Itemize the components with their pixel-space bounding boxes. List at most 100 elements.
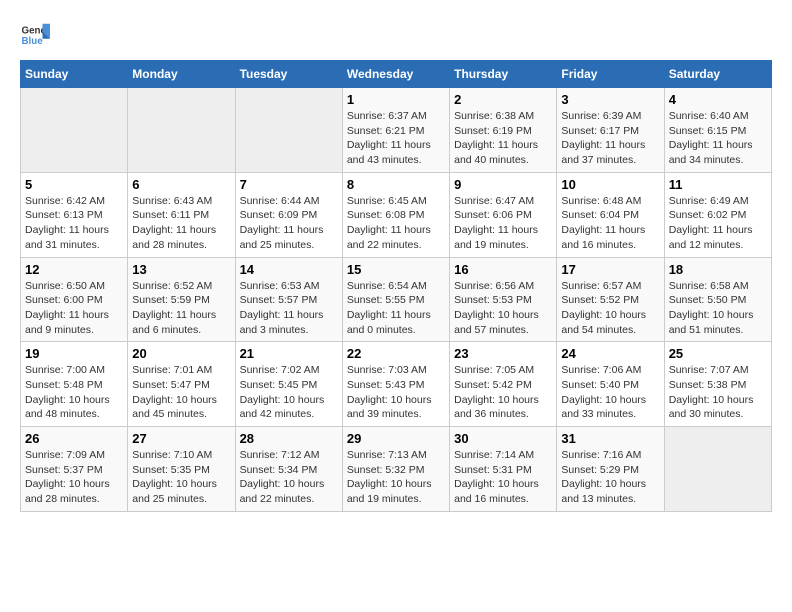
day-of-week-header: Friday	[557, 61, 664, 88]
calendar-cell: 16Sunrise: 6:56 AM Sunset: 5:53 PM Dayli…	[450, 257, 557, 342]
day-number: 27	[132, 431, 230, 446]
calendar-cell: 7Sunrise: 6:44 AM Sunset: 6:09 PM Daylig…	[235, 172, 342, 257]
page-header: General Blue	[20, 20, 772, 50]
day-of-week-header: Tuesday	[235, 61, 342, 88]
calendar-cell: 6 Sunrise: 6:43 AM Sunset: 6:11 PM Daylig…	[128, 172, 235, 257]
calendar-week-row: 5Sunrise: 6:42 AM Sunset: 6:13 PM Daylig…	[21, 172, 772, 257]
calendar-cell: 27 Sunrise: 7:10 AM Sunset: 5:35 PM Dayli…	[128, 427, 235, 512]
day-info: Sunrise: 7:10 AM Sunset: 5:35 PM Dayligh…	[132, 448, 230, 507]
day-number: 2	[454, 92, 552, 107]
day-number: 19	[25, 346, 123, 361]
calendar-cell	[664, 427, 771, 512]
day-number: 23	[454, 346, 552, 361]
day-number: 18	[669, 262, 767, 277]
calendar-cell: 15Sunrise: 6:54 AM Sunset: 5:55 PM Dayli…	[342, 257, 449, 342]
day-number: 21	[240, 346, 338, 361]
day-info: Sunrise: 6:53 AM Sunset: 5:57 PM Dayligh…	[240, 279, 338, 338]
calendar-cell: 25Sunrise: 7:07 AM Sunset: 5:38 PM Dayli…	[664, 342, 771, 427]
day-of-week-header: Sunday	[21, 61, 128, 88]
calendar-week-row: 1Sunrise: 6:37 AM Sunset: 6:21 PM Daylig…	[21, 88, 772, 173]
calendar-week-row: 26 Sunrise: 7:09 AM Sunset: 5:37 PM Dayli…	[21, 427, 772, 512]
day-info: Sunrise: 7:13 AM Sunset: 5:32 PM Dayligh…	[347, 448, 445, 507]
calendar-cell: 10Sunrise: 6:48 AM Sunset: 6:04 PM Dayli…	[557, 172, 664, 257]
day-of-week-header: Saturday	[664, 61, 771, 88]
calendar-cell: 29 Sunrise: 7:13 AM Sunset: 5:32 PM Dayli…	[342, 427, 449, 512]
calendar-cell	[235, 88, 342, 173]
calendar-cell: 13 Sunrise: 6:52 AM Sunset: 5:59 PM Dayli…	[128, 257, 235, 342]
calendar-cell: 1Sunrise: 6:37 AM Sunset: 6:21 PM Daylig…	[342, 88, 449, 173]
calendar-cell: 19 Sunrise: 7:00 AM Sunset: 5:48 PM Dayli…	[21, 342, 128, 427]
day-info: Sunrise: 7:14 AM Sunset: 5:31 PM Dayligh…	[454, 448, 552, 507]
svg-text:Blue: Blue	[22, 36, 44, 47]
day-info: Sunrise: 7:01 AM Sunset: 5:47 PM Dayligh…	[132, 363, 230, 422]
day-info: Sunrise: 6:56 AM Sunset: 5:53 PM Dayligh…	[454, 279, 552, 338]
calendar-body: 1Sunrise: 6:37 AM Sunset: 6:21 PM Daylig…	[21, 88, 772, 512]
day-number: 9	[454, 177, 552, 192]
calendar-cell: 20 Sunrise: 7:01 AM Sunset: 5:47 PM Dayli…	[128, 342, 235, 427]
calendar-cell: 18 Sunrise: 6:58 AM Sunset: 5:50 PM Dayli…	[664, 257, 771, 342]
calendar-cell: 21 Sunrise: 7:02 AM Sunset: 5:45 PM Dayli…	[235, 342, 342, 427]
day-info: Sunrise: 6:58 AM Sunset: 5:50 PM Dayligh…	[669, 279, 767, 338]
day-number: 14	[240, 262, 338, 277]
day-info: Sunrise: 7:12 AM Sunset: 5:34 PM Dayligh…	[240, 448, 338, 507]
day-number: 22	[347, 346, 445, 361]
calendar-cell: 9Sunrise: 6:47 AM Sunset: 6:06 PM Daylig…	[450, 172, 557, 257]
day-number: 26	[25, 431, 123, 446]
day-info: Sunrise: 7:09 AM Sunset: 5:37 PM Dayligh…	[25, 448, 123, 507]
day-of-week-header: Thursday	[450, 61, 557, 88]
calendar-header: SundayMondayTuesdayWednesdayThursdayFrid…	[21, 61, 772, 88]
calendar-week-row: 12Sunrise: 6:50 AM Sunset: 6:00 PM Dayli…	[21, 257, 772, 342]
day-info: Sunrise: 7:05 AM Sunset: 5:42 PM Dayligh…	[454, 363, 552, 422]
calendar-cell	[128, 88, 235, 173]
day-number: 8	[347, 177, 445, 192]
day-info: Sunrise: 6:44 AM Sunset: 6:09 PM Dayligh…	[240, 194, 338, 253]
calendar-week-row: 19 Sunrise: 7:00 AM Sunset: 5:48 PM Dayli…	[21, 342, 772, 427]
calendar-cell: 3 Sunrise: 6:39 AM Sunset: 6:17 PM Daylig…	[557, 88, 664, 173]
calendar-cell: 11Sunrise: 6:49 AM Sunset: 6:02 PM Dayli…	[664, 172, 771, 257]
day-info: Sunrise: 7:03 AM Sunset: 5:43 PM Dayligh…	[347, 363, 445, 422]
logo-icon: General Blue	[20, 20, 50, 50]
day-info: Sunrise: 7:02 AM Sunset: 5:45 PM Dayligh…	[240, 363, 338, 422]
calendar-cell: 14 Sunrise: 6:53 AM Sunset: 5:57 PM Dayli…	[235, 257, 342, 342]
day-number: 30	[454, 431, 552, 446]
day-info: Sunrise: 6:43 AM Sunset: 6:11 PM Dayligh…	[132, 194, 230, 253]
day-of-week-header: Wednesday	[342, 61, 449, 88]
day-info: Sunrise: 7:16 AM Sunset: 5:29 PM Dayligh…	[561, 448, 659, 507]
calendar-cell	[21, 88, 128, 173]
day-number: 4	[669, 92, 767, 107]
day-info: Sunrise: 6:57 AM Sunset: 5:52 PM Dayligh…	[561, 279, 659, 338]
day-number: 17	[561, 262, 659, 277]
day-info: Sunrise: 6:39 AM Sunset: 6:17 PM Dayligh…	[561, 109, 659, 168]
calendar-cell: 8Sunrise: 6:45 AM Sunset: 6:08 PM Daylig…	[342, 172, 449, 257]
day-of-week-header: Monday	[128, 61, 235, 88]
calendar-table: SundayMondayTuesdayWednesdayThursdayFrid…	[20, 60, 772, 512]
calendar-cell: 31 Sunrise: 7:16 AM Sunset: 5:29 PM Dayli…	[557, 427, 664, 512]
day-info: Sunrise: 6:40 AM Sunset: 6:15 PM Dayligh…	[669, 109, 767, 168]
header-row: SundayMondayTuesdayWednesdayThursdayFrid…	[21, 61, 772, 88]
day-number: 31	[561, 431, 659, 446]
day-number: 29	[347, 431, 445, 446]
day-info: Sunrise: 7:00 AM Sunset: 5:48 PM Dayligh…	[25, 363, 123, 422]
day-number: 6	[132, 177, 230, 192]
calendar-cell: 4 Sunrise: 6:40 AM Sunset: 6:15 PM Daylig…	[664, 88, 771, 173]
calendar-cell: 24 Sunrise: 7:06 AM Sunset: 5:40 PM Dayli…	[557, 342, 664, 427]
calendar-cell: 23 Sunrise: 7:05 AM Sunset: 5:42 PM Dayli…	[450, 342, 557, 427]
day-info: Sunrise: 6:52 AM Sunset: 5:59 PM Dayligh…	[132, 279, 230, 338]
day-info: Sunrise: 7:06 AM Sunset: 5:40 PM Dayligh…	[561, 363, 659, 422]
day-number: 10	[561, 177, 659, 192]
calendar-cell: 28Sunrise: 7:12 AM Sunset: 5:34 PM Dayli…	[235, 427, 342, 512]
calendar-cell: 30 Sunrise: 7:14 AM Sunset: 5:31 PM Dayli…	[450, 427, 557, 512]
day-info: Sunrise: 6:49 AM Sunset: 6:02 PM Dayligh…	[669, 194, 767, 253]
day-number: 24	[561, 346, 659, 361]
day-number: 15	[347, 262, 445, 277]
calendar-cell: 22 Sunrise: 7:03 AM Sunset: 5:43 PM Dayli…	[342, 342, 449, 427]
day-number: 13	[132, 262, 230, 277]
day-info: Sunrise: 6:37 AM Sunset: 6:21 PM Dayligh…	[347, 109, 445, 168]
calendar-cell: 12Sunrise: 6:50 AM Sunset: 6:00 PM Dayli…	[21, 257, 128, 342]
day-info: Sunrise: 6:50 AM Sunset: 6:00 PM Dayligh…	[25, 279, 123, 338]
logo: General Blue	[20, 20, 50, 50]
calendar-cell: 2Sunrise: 6:38 AM Sunset: 6:19 PM Daylig…	[450, 88, 557, 173]
day-number: 3	[561, 92, 659, 107]
calendar-cell: 26 Sunrise: 7:09 AM Sunset: 5:37 PM Dayli…	[21, 427, 128, 512]
day-number: 20	[132, 346, 230, 361]
